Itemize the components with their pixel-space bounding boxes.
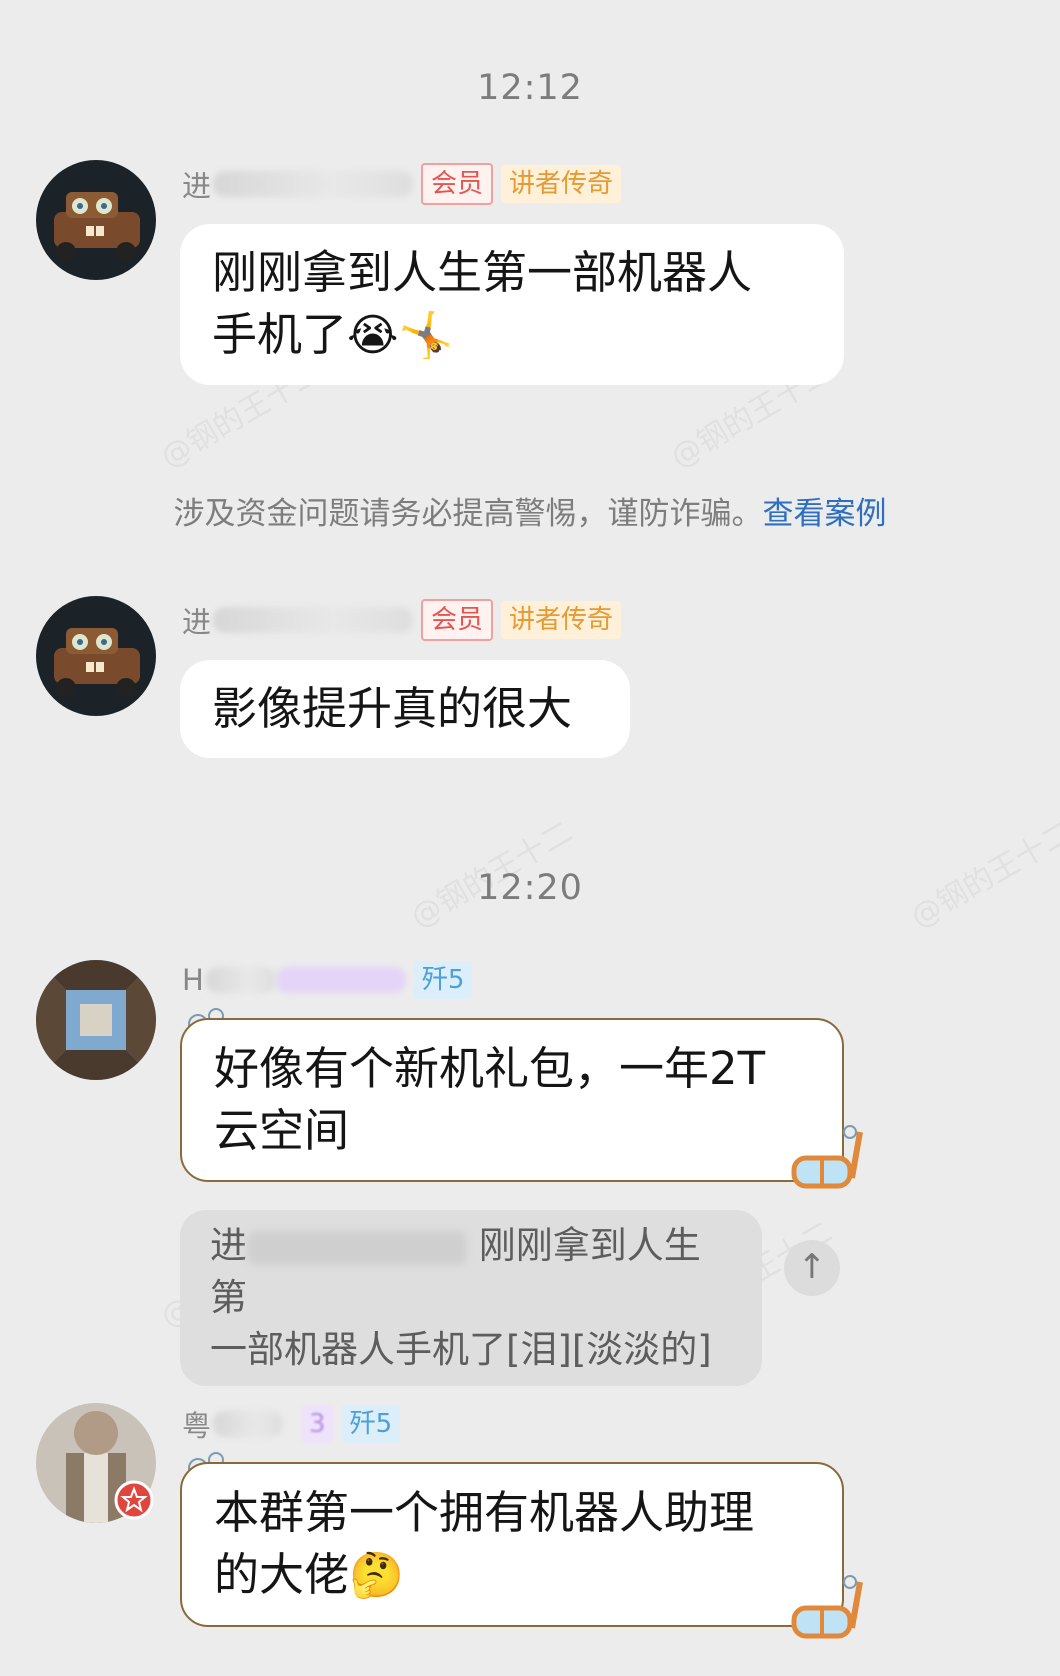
fallen-person-emoji-icon: 🤸 [398, 310, 454, 361]
sender-name-initial: 进 [182, 605, 212, 639]
level-badge: 歼5 [413, 961, 473, 999]
title-badge: 讲者传奇 [501, 601, 622, 639]
avatar[interactable] [36, 960, 156, 1080]
sender-name[interactable]: 进 会员 讲者传奇 [182, 162, 622, 206]
level-badge: 歼5 [341, 1405, 401, 1443]
quoted-message[interactable]: 进 刚刚拿到人生第 一部机器人手机了[泪][淡淡的] [180, 1210, 762, 1386]
name-blur [275, 967, 406, 993]
message-text: 影像提升真的很大 [212, 682, 573, 735]
sender-name-initial: 进 [182, 169, 212, 203]
sender-name[interactable]: 粤 3 歼5 [182, 1402, 401, 1446]
quote-name-blur [247, 1230, 467, 1265]
message-text: 的大佬🤔 [214, 1548, 404, 1601]
name-blur [213, 607, 414, 633]
level-badge: 3 [301, 1405, 334, 1443]
sender-name[interactable]: H 歼5 [182, 958, 473, 1002]
diving-mask-icon [791, 1575, 863, 1639]
message-text: 手机了😭🤸 [212, 308, 454, 361]
crying-emoji-icon: 😭 [347, 310, 399, 361]
quote-text: 一部机器人手机了[泪][淡淡的] [210, 1328, 712, 1371]
diving-mask-icon [791, 1125, 863, 1189]
fraud-notice: 涉及资金问题请务必提高警惕，谨防诈骗。查看案例 [0, 488, 1060, 533]
view-cases-link[interactable]: 查看案例 [763, 496, 887, 532]
member-badge: 会员 [421, 599, 494, 641]
verified-star-icon [114, 1480, 154, 1520]
timestamp: 12:12 [477, 68, 583, 108]
message-bubble[interactable]: 刚刚拿到人生第一部机器人 手机了😭🤸 [180, 224, 844, 385]
name-blur [213, 171, 414, 197]
message-bubble[interactable]: 影像提升真的很大 [180, 660, 630, 758]
quote-text: 进 刚刚拿到人生第 [210, 1224, 701, 1319]
member-badge: 会员 [421, 163, 494, 205]
message-text: 本群第一个拥有机器人助理 [214, 1486, 755, 1539]
avatar[interactable] [36, 596, 156, 716]
sender-name[interactable]: 进 会员 讲者传奇 [182, 598, 622, 642]
title-badge: 讲者传奇 [501, 165, 622, 203]
notice-text: 涉及资金问题请务必提高警惕，谨防诈骗。 [173, 496, 763, 532]
timestamp: 12:20 [477, 868, 583, 908]
sender-name-initial: H [182, 963, 204, 997]
message-text: 好像有个新机礼包，一年2T [214, 1042, 766, 1095]
name-blur [205, 967, 276, 993]
message-text: 刚刚拿到人生第一部机器人 [212, 246, 753, 299]
jump-to-quote-button[interactable]: ↑ [784, 1240, 840, 1296]
message-bubble[interactable]: 本群第一个拥有机器人助理 的大佬🤔 [180, 1462, 844, 1627]
avatar[interactable] [36, 160, 156, 280]
thinking-emoji-icon: 🤔 [349, 1550, 404, 1601]
message-bubble[interactable]: 好像有个新机礼包，一年2T 云空间 [180, 1018, 844, 1182]
sender-name-initial: 粤 [182, 1409, 212, 1443]
message-text: 云空间 [214, 1104, 350, 1157]
name-blur [213, 1411, 284, 1437]
